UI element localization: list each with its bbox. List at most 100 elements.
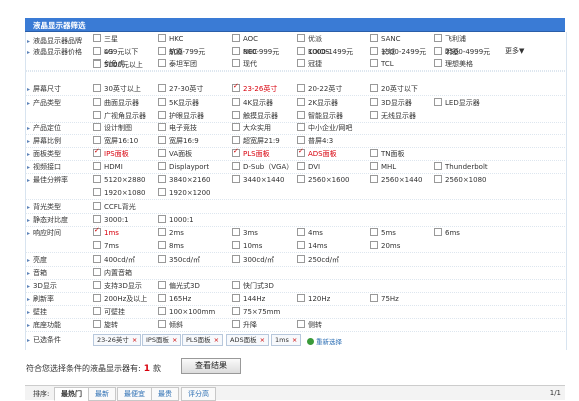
checkbox[interactable] xyxy=(370,162,378,170)
checkbox[interactable] xyxy=(297,98,305,106)
filter-option[interactable]: 飞利浦 xyxy=(434,34,466,44)
filter-option[interactable]: 1ms xyxy=(93,226,119,238)
filter-option[interactable]: 3440×1440 xyxy=(232,175,285,185)
filter-option[interactable]: 三星 xyxy=(93,34,118,44)
sort-tab[interactable]: 最热门 xyxy=(54,387,89,401)
filter-option[interactable]: 升降 xyxy=(232,320,257,330)
filter-option[interactable]: Thunderbolt xyxy=(434,162,488,172)
remove-chip-icon[interactable]: × xyxy=(214,336,219,344)
filter-option[interactable]: 广视角显示器 xyxy=(93,110,146,121)
filter-option[interactable]: 100×100mm xyxy=(158,307,215,317)
filter-option[interactable]: 曲面显示器 xyxy=(93,98,139,108)
view-results-button[interactable]: 查看结果 xyxy=(181,358,241,374)
checkbox[interactable] xyxy=(232,34,240,42)
filter-option[interactable]: 6ms xyxy=(434,228,460,238)
filter-option[interactable]: 理想美格 xyxy=(434,59,473,69)
checkbox[interactable] xyxy=(93,110,101,119)
checkbox[interactable] xyxy=(158,215,166,223)
checkbox[interactable] xyxy=(232,281,240,289)
checkbox[interactable] xyxy=(158,84,166,92)
more-brands-button[interactable]: 更多▼ xyxy=(505,46,524,56)
filter-option[interactable]: 3840×2160 xyxy=(158,175,211,185)
checkbox[interactable] xyxy=(297,47,305,55)
checkbox[interactable] xyxy=(297,84,305,92)
checkbox[interactable] xyxy=(297,255,305,263)
filter-option[interactable]: 电子竞技 xyxy=(158,123,197,133)
filter-option[interactable]: 2500-4999元 xyxy=(434,47,490,57)
filter-option[interactable]: 5000元以上 xyxy=(93,59,143,70)
filter-option[interactable]: TN面板 xyxy=(370,149,405,159)
checkbox[interactable] xyxy=(158,123,166,131)
checkbox[interactable] xyxy=(232,228,240,236)
filter-option[interactable]: LED显示器 xyxy=(434,98,480,108)
filter-option[interactable]: 4ms xyxy=(297,228,323,238)
checkbox[interactable] xyxy=(158,47,166,55)
checkbox[interactable] xyxy=(93,47,101,55)
checkbox[interactable] xyxy=(232,98,240,106)
checkbox[interactable] xyxy=(434,98,442,106)
filter-option[interactable]: 165Hz xyxy=(158,294,191,304)
filter-option[interactable]: 大众实用 xyxy=(232,123,271,133)
checkbox[interactable] xyxy=(93,255,101,263)
filter-option[interactable]: 14ms xyxy=(297,240,327,251)
filter-option[interactable]: 75×75mm xyxy=(232,307,280,317)
filter-option[interactable]: VA面板 xyxy=(158,149,192,159)
checkbox[interactable] xyxy=(232,307,240,315)
checkbox[interactable] xyxy=(297,240,305,249)
filter-option[interactable]: 宽屏16:9 xyxy=(158,136,199,146)
sort-tab[interactable]: 评分高 xyxy=(181,387,216,401)
checkbox[interactable] xyxy=(297,162,305,170)
filter-option[interactable]: 75Hz xyxy=(370,294,399,304)
checkbox[interactable] xyxy=(232,162,240,170)
filter-option[interactable]: 内置音箱 xyxy=(93,268,132,278)
filter-option[interactable]: ADS面板 xyxy=(297,147,337,159)
checkbox[interactable] xyxy=(232,123,240,131)
checkbox[interactable] xyxy=(93,240,101,249)
checkbox[interactable] xyxy=(93,226,101,236)
checkbox[interactable] xyxy=(158,136,166,144)
checkbox[interactable] xyxy=(370,84,378,92)
filter-option[interactable]: 智能显示器 xyxy=(297,110,343,121)
checkbox[interactable] xyxy=(232,110,240,119)
checkbox[interactable] xyxy=(232,320,240,328)
filter-option[interactable]: 300cd/㎡ xyxy=(232,255,274,265)
filter-option[interactable]: 250cd/㎡ xyxy=(297,255,339,265)
checkbox[interactable] xyxy=(232,82,240,92)
filter-option[interactable]: 7ms xyxy=(93,240,119,251)
checkbox[interactable] xyxy=(370,175,378,183)
filter-option[interactable]: 护眼显示器 xyxy=(158,110,204,121)
filter-option[interactable]: 普屏4:3 xyxy=(297,136,333,146)
filter-option[interactable]: PLS面板 xyxy=(232,147,270,159)
checkbox[interactable] xyxy=(93,294,101,302)
checkbox[interactable] xyxy=(370,240,378,249)
filter-option[interactable]: 3D显示器 xyxy=(370,98,412,108)
checkbox[interactable] xyxy=(93,162,101,170)
checkbox[interactable] xyxy=(93,84,101,92)
filter-option[interactable]: 20英寸以下 xyxy=(370,84,418,94)
checkbox[interactable] xyxy=(297,59,305,67)
checkbox[interactable] xyxy=(434,59,442,67)
checkbox[interactable] xyxy=(232,47,240,55)
filter-option[interactable]: HKC xyxy=(158,34,183,44)
checkbox[interactable] xyxy=(158,255,166,263)
checkbox[interactable] xyxy=(158,228,166,236)
filter-option[interactable]: Displayport xyxy=(158,162,209,172)
filter-option[interactable]: CCFL背光 xyxy=(93,202,136,212)
checkbox[interactable] xyxy=(297,34,305,42)
filter-option[interactable]: 4K显示器 xyxy=(232,98,273,108)
checkbox[interactable] xyxy=(434,34,442,42)
filter-option[interactable]: 超宽屏21:9 xyxy=(232,136,280,146)
checkbox[interactable] xyxy=(93,187,101,196)
filter-option[interactable]: 2560×1600 xyxy=(297,175,350,185)
checkbox[interactable] xyxy=(158,59,166,67)
checkbox[interactable] xyxy=(232,136,240,144)
checkbox[interactable] xyxy=(297,294,305,302)
checkbox[interactable] xyxy=(370,47,378,55)
filter-option[interactable]: 宽屏16:10 xyxy=(93,136,138,146)
filter-option[interactable]: 5ms xyxy=(370,228,396,238)
filter-option[interactable]: 30英寸以上 xyxy=(93,84,141,94)
checkbox[interactable] xyxy=(232,240,240,249)
filter-option[interactable]: 5120×2880 xyxy=(93,175,146,185)
filter-option[interactable]: 无线显示器 xyxy=(370,110,416,121)
checkbox[interactable] xyxy=(297,175,305,183)
